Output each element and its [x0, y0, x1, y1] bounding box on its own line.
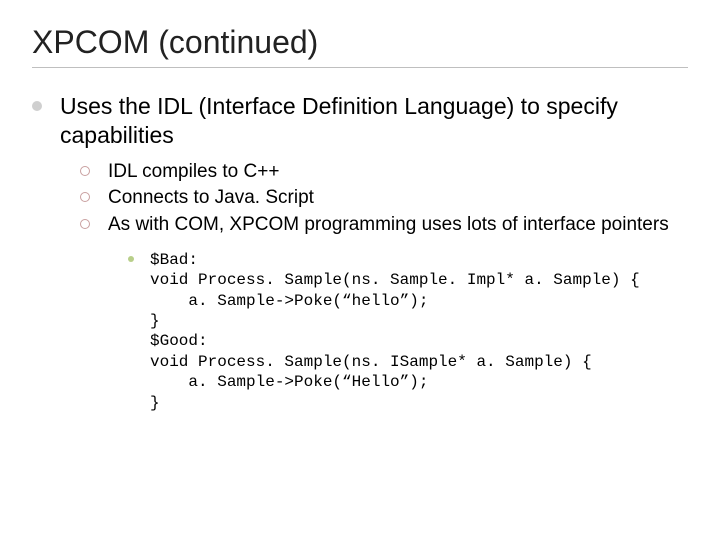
code-line: }: [150, 312, 160, 330]
circle-icon: [80, 213, 108, 238]
dot-icon: [128, 250, 150, 414]
title-rule: [32, 67, 688, 68]
code-text: $Bad: void Process. Sample(ns. Sample. I…: [150, 250, 640, 414]
list-item: Connects to Java. Script: [80, 186, 688, 211]
disc-icon: [32, 92, 60, 150]
bullet-level1: Uses the IDL (Interface Definition Langu…: [32, 92, 688, 150]
code-line: $Bad:: [150, 251, 198, 269]
list-item: As with COM, XPCOM programming uses lots…: [80, 213, 688, 238]
circle-icon: [80, 160, 108, 185]
code-line: $Good:: [150, 332, 208, 350]
list-item: IDL compiles to C++: [80, 160, 688, 185]
code-line: a. Sample->Poke(“hello”);: [150, 292, 428, 310]
level1-text: Uses the IDL (Interface Definition Langu…: [60, 92, 688, 150]
code-line: }: [150, 394, 160, 412]
level2-list: IDL compiles to C++ Connects to Java. Sc…: [80, 160, 688, 238]
circle-icon: [80, 186, 108, 211]
slide: XPCOM (continued) Uses the IDL (Interfac…: [0, 0, 720, 540]
code-line: void Process. Sample(ns. ISample* a. Sam…: [150, 353, 592, 371]
slide-title: XPCOM (continued): [32, 24, 688, 61]
level2-text: Connects to Java. Script: [108, 186, 314, 211]
code-line: a. Sample->Poke(“Hello”);: [150, 373, 428, 391]
code-line: void Process. Sample(ns. Sample. Impl* a…: [150, 271, 640, 289]
code-block: $Bad: void Process. Sample(ns. Sample. I…: [128, 250, 688, 414]
level2-text: As with COM, XPCOM programming uses lots…: [108, 213, 669, 238]
level2-text: IDL compiles to C++: [108, 160, 279, 185]
